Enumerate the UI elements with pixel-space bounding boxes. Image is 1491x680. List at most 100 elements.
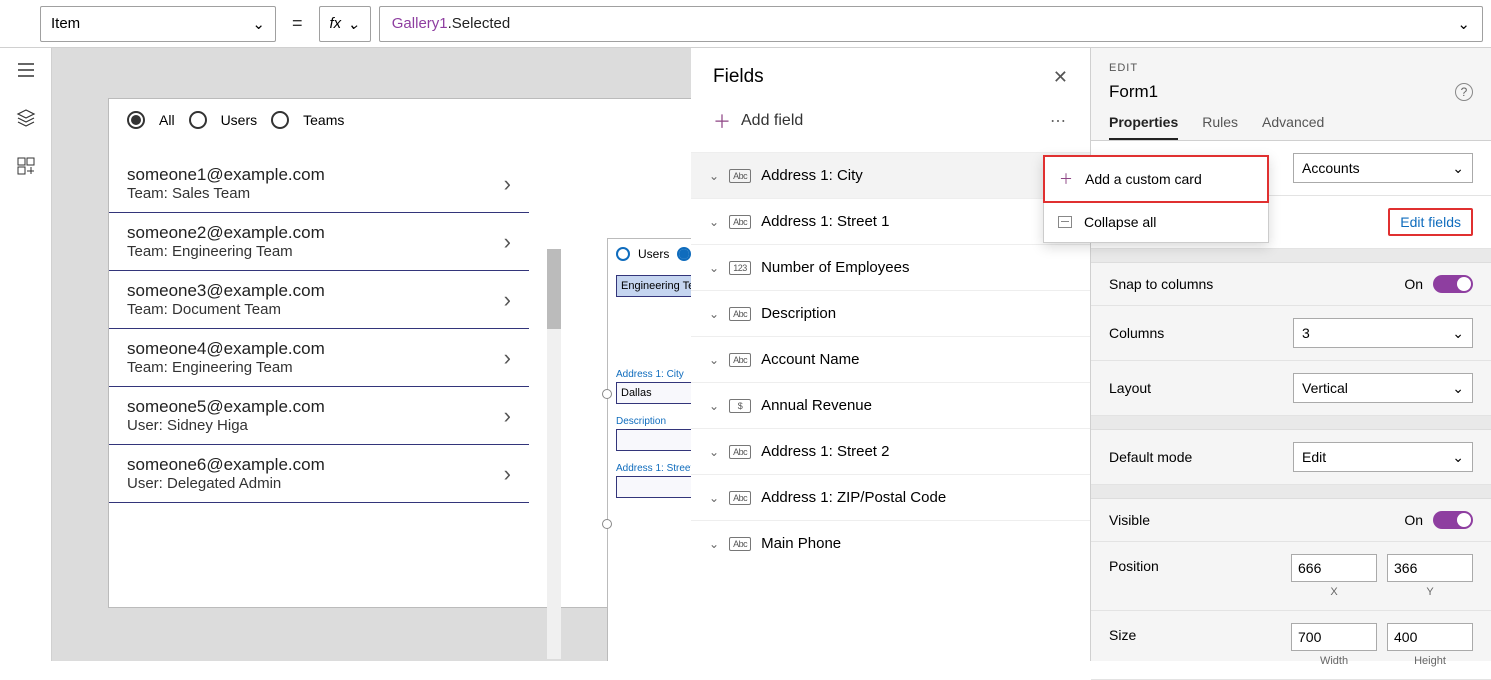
gallery-scrollbar[interactable] [547,249,561,659]
fx-button[interactable]: fx ⌄ [319,6,371,42]
chevron-down-icon: ⌄ [709,261,719,275]
collapse-all-item[interactable]: Collapse all [1044,202,1268,242]
edit-fields-button[interactable]: Edit fields [1388,208,1473,236]
type-icon: Abc [729,491,751,505]
property-name: Item [51,15,80,32]
field-item[interactable]: ⌄AbcAddress 1: City [691,152,1090,198]
add-custom-card-item[interactable]: ＋ Add a custom card [1043,155,1269,203]
chevron-down-icon: ⌄ [709,445,719,459]
height-input[interactable] [1387,623,1473,651]
type-icon: Abc [729,537,751,551]
pos-x-input[interactable] [1291,554,1377,582]
properties-panel: EDIT Form1 ? Properties Rules Advanced D… [1091,48,1491,661]
field-item[interactable]: ⌄123Number of Employees [691,244,1090,290]
plus-icon: ＋ [713,108,731,134]
type-icon: Abc [729,215,751,229]
chevron-down-icon: ⌄ [709,399,719,413]
data-source-select[interactable]: Accounts ⌄ [1293,153,1473,183]
radio-users-mini[interactable] [616,247,630,261]
field-item[interactable]: ⌄AbcAddress 1: Street 2 [691,428,1090,474]
field-item[interactable]: ⌄AbcAddress 1: Street 1 [691,198,1090,244]
layout-select[interactable]: Vertical ⌄ [1293,373,1473,403]
type-icon: Abc [729,353,751,367]
field-item[interactable]: ⌄AbcMain Phone [691,520,1090,566]
default-mode-select[interactable]: Edit ⌄ [1293,442,1473,472]
width-input[interactable] [1291,623,1377,651]
gallery-item[interactable]: someone3@example.comTeam: Document Team› [109,271,529,329]
selection-handle[interactable] [602,389,612,399]
tab-advanced[interactable]: Advanced [1262,114,1324,140]
tab-rules[interactable]: Rules [1202,114,1238,140]
gallery-item[interactable]: someone5@example.comUser: Sidney Higa› [109,387,529,445]
field-item[interactable]: ⌄AbcDescription [691,290,1090,336]
edit-label: EDIT [1091,48,1491,82]
columns-select[interactable]: 3 ⌄ [1293,318,1473,348]
hamburger-icon[interactable] [16,60,36,80]
gallery-item[interactable]: someone1@example.comTeam: Sales Team› [109,155,529,213]
chevron-down-icon: ⌄ [252,15,265,33]
prop-layout: Layout Vertical ⌄ [1091,361,1491,416]
chevron-down-icon: ⌄ [1452,380,1464,397]
chevron-right-icon: › [504,345,511,371]
chevron-down-icon: ⌄ [1452,160,1464,177]
chevron-down-icon: ⌄ [1452,325,1464,342]
prop-size: Size Width Height [1091,611,1491,680]
filter-radio-group: All Users Teams [109,99,697,135]
selection-handle[interactable] [602,519,612,529]
property-dropdown[interactable]: Item ⌄ [40,6,276,42]
tab-properties[interactable]: Properties [1109,114,1178,140]
radio-all[interactable] [127,111,145,129]
pos-y-input[interactable] [1387,554,1473,582]
close-icon[interactable]: ✕ [1053,67,1068,88]
radio-teams[interactable] [271,111,289,129]
gallery-item[interactable]: someone2@example.comTeam: Engineering Te… [109,213,529,271]
fields-list: ⌄AbcAddress 1: City ⌄AbcAddress 1: Stree… [691,152,1090,566]
prop-visible: Visible On [1091,499,1491,542]
gallery: someone1@example.comTeam: Sales Team› so… [109,155,529,503]
chevron-right-icon: › [504,171,511,197]
collapse-icon [1058,216,1072,228]
chevron-down-icon: ⌄ [1452,449,1464,466]
fx-label: fx [330,15,342,32]
chevron-right-icon: › [504,461,511,487]
chevron-right-icon: › [504,229,511,255]
add-field-button[interactable]: ＋ Add field [713,108,803,134]
fields-title: Fields [713,66,764,88]
prop-columns: Columns 3 ⌄ [1091,306,1491,361]
scrollbar-thumb[interactable] [547,249,561,329]
type-icon: Abc [729,169,751,183]
chevron-right-icon: › [504,403,511,429]
gallery-item[interactable]: someone4@example.comTeam: Engineering Te… [109,329,529,387]
radio-teams-mini[interactable] [677,247,691,261]
chevron-down-icon: ⌄ [1457,15,1470,33]
visible-toggle[interactable] [1433,511,1473,529]
field-item[interactable]: ⌄AbcAddress 1: ZIP/Postal Code [691,474,1090,520]
formula-bar: Item ⌄ = fx ⌄ Gallery1.Selected ⌄ [0,0,1491,48]
chevron-down-icon: ⌄ [709,353,719,367]
plus-icon: ＋ [1059,169,1073,189]
radio-teams-label: Teams [303,112,344,128]
layers-icon[interactable] [16,108,36,128]
radio-users[interactable] [189,111,207,129]
snap-toggle[interactable] [1433,275,1473,293]
chevron-down-icon: ⌄ [709,537,719,551]
chevron-down-icon: ⌄ [347,15,360,33]
formula-input[interactable]: Gallery1.Selected ⌄ [379,6,1483,42]
radio-all-label: All [159,112,175,128]
field-item[interactable]: ⌄AbcAccount Name [691,336,1090,382]
type-icon: $ [729,399,751,413]
form-name: Form1 [1109,82,1158,102]
field-item[interactable]: ⌄$Annual Revenue [691,382,1090,428]
chevron-down-icon: ⌄ [709,215,719,229]
formula-rest: .Selected [448,15,511,32]
context-menu: ＋ Add a custom card Collapse all [1043,155,1269,243]
prop-snap-columns: Snap to columns On [1091,263,1491,306]
help-icon[interactable]: ? [1455,83,1473,101]
apps-icon[interactable] [16,156,36,176]
prop-position: Position X Y [1091,542,1491,611]
chevron-down-icon: ⌄ [709,307,719,321]
equals-sign: = [284,13,311,34]
chevron-down-icon: ⌄ [709,169,719,183]
gallery-item[interactable]: someone6@example.comUser: Delegated Admi… [109,445,529,503]
more-options-icon[interactable]: ⋯ [1050,111,1068,131]
